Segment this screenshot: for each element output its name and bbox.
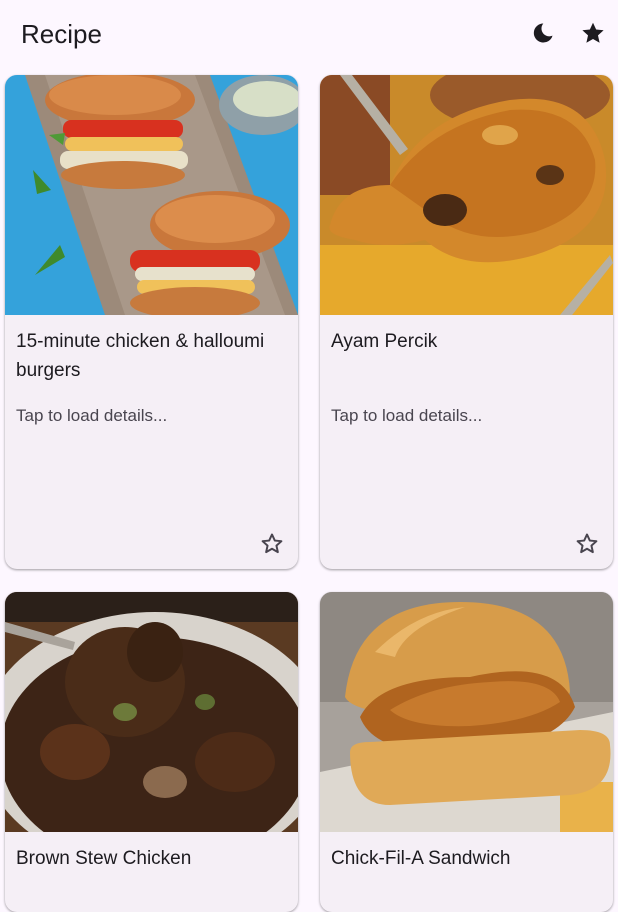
recipe-title: Brown Stew Chicken bbox=[16, 848, 192, 869]
recipe-image bbox=[320, 592, 613, 832]
recipe-title: 15-minute chicken & halloumi burgers bbox=[16, 331, 265, 381]
recipe-card[interactable]: 15-minute chicken & halloumi burgers Tap… bbox=[5, 75, 298, 569]
recipe-card[interactable]: Brown Stew Chicken bbox=[5, 592, 298, 912]
recipe-card[interactable]: Ayam Percik Tap to load details... bbox=[320, 75, 613, 569]
star-outline-icon bbox=[259, 531, 285, 562]
recipe-subtitle: Tap to load details... bbox=[331, 406, 483, 425]
favorite-button[interactable] bbox=[257, 531, 287, 561]
recipe-title: Ayam Percik bbox=[331, 331, 438, 352]
recipe-image bbox=[5, 75, 298, 315]
recipe-title: Chick-Fil-A Sandwich bbox=[331, 848, 511, 869]
recipe-image bbox=[5, 592, 298, 832]
favorite-button[interactable] bbox=[572, 531, 602, 561]
recipe-image bbox=[320, 75, 613, 315]
recipe-card[interactable]: Chick-Fil-A Sandwich bbox=[320, 592, 613, 912]
star-outline-icon bbox=[574, 531, 600, 562]
recipe-subtitle: Tap to load details... bbox=[16, 406, 168, 425]
recipe-grid: 15-minute chicken & halloumi burgers Tap… bbox=[0, 0, 618, 912]
